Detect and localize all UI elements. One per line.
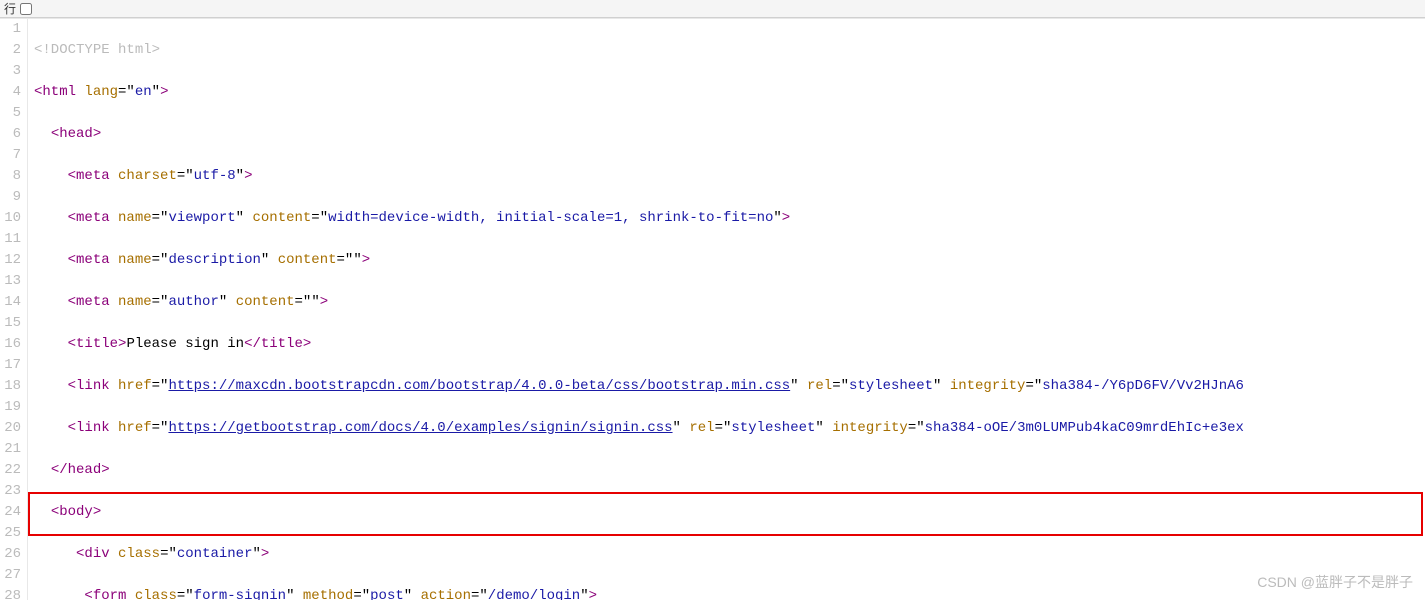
code-line: <title>Please sign in</title> [34,334,1425,355]
code-line: <meta name="viewport" content="width=dev… [34,208,1425,229]
code-line: <head> [34,124,1425,145]
code-line: <!DOCTYPE html> [34,40,1425,61]
code-area[interactable]: <!DOCTYPE html> <html lang="en"> <head> … [28,19,1425,600]
code-line: </head> [34,460,1425,481]
code-line: <body> [34,502,1425,523]
code-editor[interactable]: 12345 678910 1112131415 1617181920 21222… [0,18,1425,600]
code-line: <meta name="author" content=""> [34,292,1425,313]
wrap-label: 行 [4,0,16,17]
line-gutter: 12345 678910 1112131415 1617181920 21222… [0,19,28,600]
code-line: <html lang="en"> [34,82,1425,103]
code-line: <link href="https://maxcdn.bootstrapcdn.… [34,376,1425,397]
code-line: <meta charset="utf-8"> [34,166,1425,187]
code-line: <link href="https://getbootstrap.com/doc… [34,418,1425,439]
wrap-checkbox[interactable] [20,3,32,15]
top-bar: 行 [0,0,1425,18]
code-line: <div class="container"> [34,544,1425,565]
code-line: <meta name="description" content=""> [34,250,1425,271]
code-line: <form class="form-signin" method="post" … [34,586,1425,600]
code-content[interactable]: <!DOCTYPE html> <html lang="en"> <head> … [28,19,1425,600]
